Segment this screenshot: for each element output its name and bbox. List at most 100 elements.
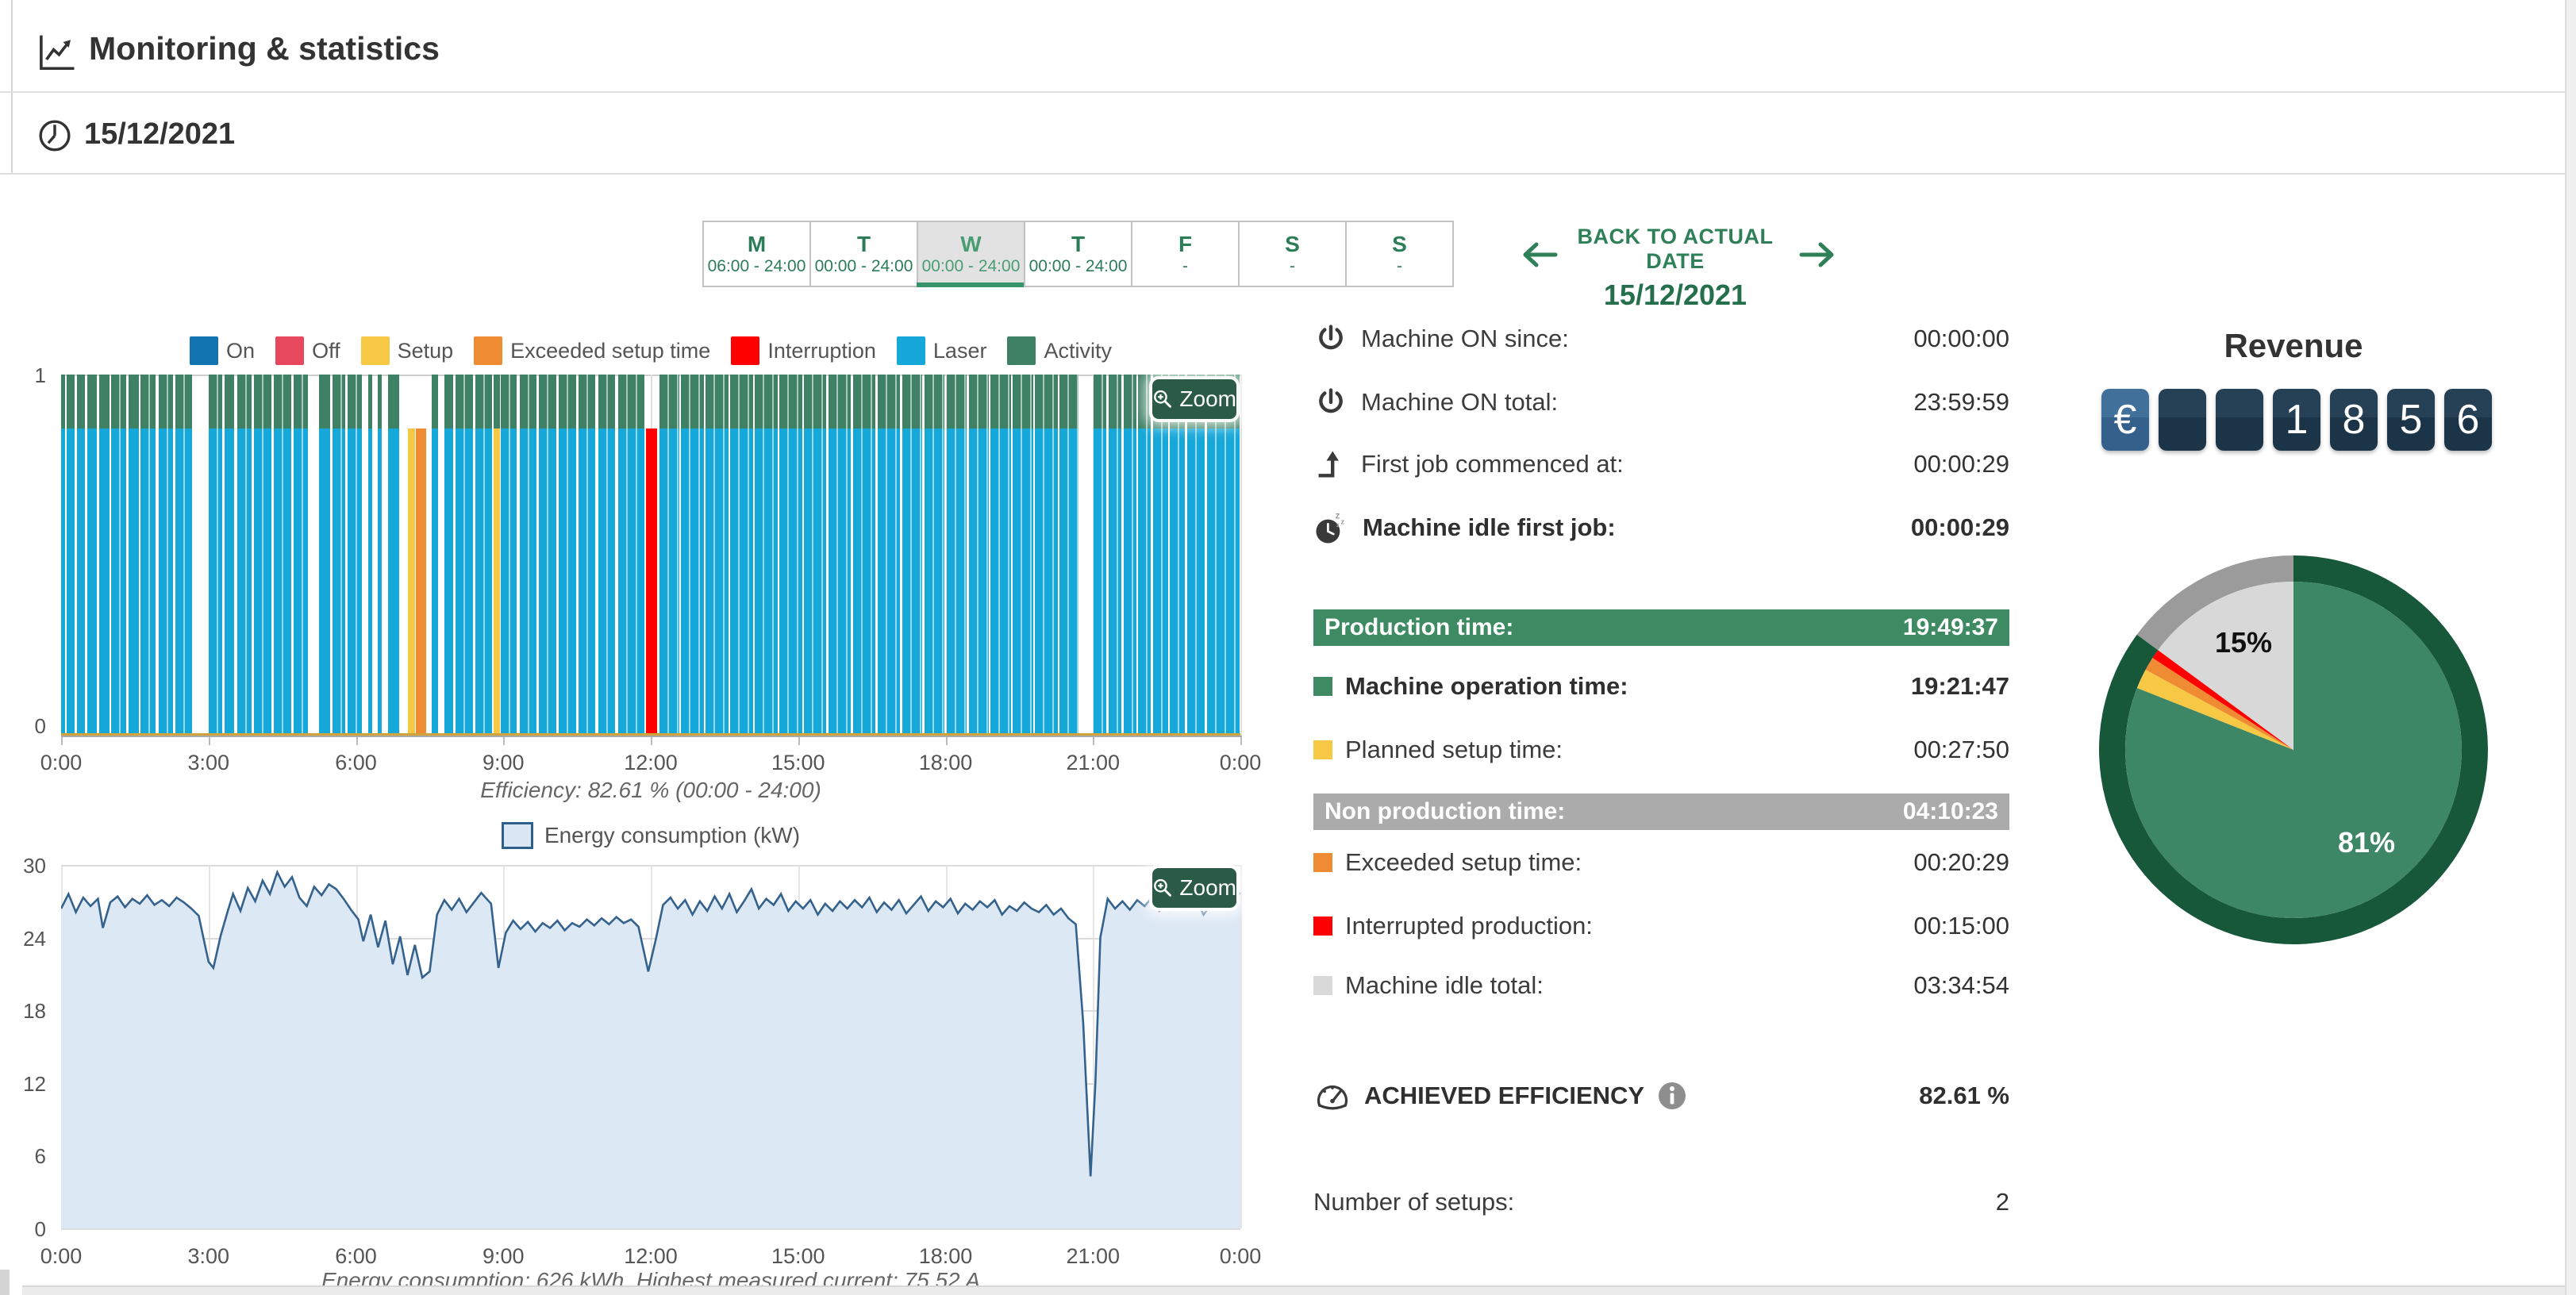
week-day-6-s[interactable]: S- <box>1345 221 1454 287</box>
energy-y-tick-label: 24 <box>14 927 46 951</box>
monitoring-dashboard: Monitoring & statistics 15/12/2021 M06:0… <box>0 0 2576 1295</box>
state-segment-p <box>237 375 252 736</box>
stat-label: Machine ON since: <box>1361 325 1569 353</box>
horizontal-scrollbar[interactable] <box>22 1285 2565 1295</box>
week-day-3-t[interactable]: T00:00 - 24:00 <box>1024 221 1132 287</box>
back-to-actual-date-button[interactable]: BACK TO ACTUAL DATE 15/12/2021 <box>1567 225 1783 312</box>
stat-row-interrupted-production: Interrupted production: 00:15:00 <box>1313 909 2009 943</box>
state-segment-p <box>159 375 173 736</box>
legend-item-off: Off <box>275 336 340 365</box>
state-segment-p <box>1170 375 1185 736</box>
axis-tick <box>503 737 505 745</box>
state-segment-p <box>1035 375 1057 736</box>
selected-day-underline <box>917 282 1025 287</box>
state-segment-p <box>1059 375 1078 736</box>
state-segment-p <box>368 375 372 736</box>
week-day-hours: 00:00 - 24:00 <box>1029 257 1128 276</box>
x-tick-label: 21:00 <box>1066 1244 1120 1269</box>
axis-tick <box>209 737 210 745</box>
stat-label: Machine ON total: <box>1361 388 1558 417</box>
state-segment-p <box>878 375 900 736</box>
timeline-legend: OnOffSetupExceeded setup timeInterruptio… <box>61 336 1240 365</box>
state-segment-p <box>829 375 851 736</box>
energy-chart <box>61 865 1240 1228</box>
next-day-arrow-icon[interactable] <box>1798 238 1836 271</box>
week-day-letter: M <box>748 232 766 257</box>
banner-label: Non production time: <box>1325 798 1565 825</box>
state-segment-p <box>598 375 616 736</box>
timeline-zoom-label: Zoom <box>1179 386 1236 412</box>
axis-tick <box>946 737 948 745</box>
state-segment-p <box>779 375 802 736</box>
state-segment-p <box>111 375 126 736</box>
state-segment-p <box>853 375 875 736</box>
energy-legend-label: Energy consumption (kW) <box>544 823 800 848</box>
revenue-digit-tile: 6 <box>2444 389 2492 451</box>
legend-label: Off <box>312 339 340 363</box>
energy-y-tick-label: 6 <box>14 1144 46 1169</box>
interruption-color-chip <box>1313 916 1332 936</box>
gridline <box>1240 375 1242 736</box>
state-segment-p <box>969 375 989 736</box>
x-tick-label: 6:00 <box>335 751 377 775</box>
state-segment-sc <box>494 375 500 736</box>
week-day-4-f[interactable]: F- <box>1131 221 1240 287</box>
non-production-time-banner: Non production time: 04:10:23 <box>1313 794 2009 830</box>
state-segment-p <box>1109 375 1121 736</box>
info-icon[interactable] <box>1657 1081 1687 1111</box>
x-tick-label: 18:00 <box>919 751 973 775</box>
setup-baseline <box>61 733 1240 736</box>
x-tick-label: 6:00 <box>335 1244 377 1269</box>
state-segment-s <box>408 375 415 736</box>
stat-value: 19:21:47 <box>1911 672 2009 701</box>
stat-value: 00:20:29 <box>1913 848 2009 877</box>
state-segment-p <box>925 375 944 736</box>
operation-color-chip <box>1313 677 1332 696</box>
x-tick-label: 3:00 <box>187 1244 229 1269</box>
stat-value: 00:15:00 <box>1913 912 2009 940</box>
week-day-hours: 00:00 - 24:00 <box>815 257 913 276</box>
axis-tick <box>61 737 63 745</box>
legend-label: Exceeded setup time <box>510 339 710 363</box>
state-segment-p <box>61 375 65 736</box>
vertical-scrollbar[interactable] <box>2565 0 2576 1295</box>
week-day-5-s[interactable]: S- <box>1238 221 1347 287</box>
state-segment-p <box>730 375 752 736</box>
state-segment-p <box>475 375 493 736</box>
revenue-digit-tile <box>2159 389 2206 451</box>
state-segment-r <box>646 375 657 736</box>
state-segment-p <box>140 375 156 736</box>
legend-swatch <box>1007 336 1036 365</box>
axis-tick <box>1093 737 1094 745</box>
x-tick-label: 15:00 <box>771 1244 825 1269</box>
energy-zoom-button[interactable]: Zoom <box>1152 868 1236 908</box>
pie-label-production: 81% <box>2338 826 2395 859</box>
state-segment-p <box>579 375 596 736</box>
timeline-y-min: 0 <box>14 714 46 739</box>
x-tick-label: 12:00 <box>624 751 678 775</box>
x-tick-label: 9:00 <box>483 751 525 775</box>
state-segment-p <box>1124 375 1136 736</box>
idle-clock-icon: z z z <box>1313 509 1350 546</box>
stat-row-achieved-efficiency: ACHIEVED EFFICIENCY 82.61 % <box>1313 1075 2009 1116</box>
legend-item-activity: Activity <box>1007 336 1112 365</box>
stat-label: Number of setups: <box>1313 1188 1514 1216</box>
week-day-letter: T <box>1071 232 1085 257</box>
energy-x-labels: 0:003:006:009:0012:0015:0018:0021:000:00 <box>61 1244 1240 1271</box>
week-day-2-w[interactable]: W00:00 - 24:00 <box>917 221 1025 287</box>
stat-row-machine-idle-total: Machine idle total: 03:34:54 <box>1313 968 2009 1003</box>
state-segment-p <box>1187 375 1205 736</box>
state-segment-p <box>990 375 1010 736</box>
week-day-0-m[interactable]: M06:00 - 24:00 <box>702 221 811 287</box>
state-segment-p <box>388 375 399 736</box>
energy-y-tick-label: 0 <box>14 1217 46 1242</box>
previous-day-arrow-icon[interactable] <box>1521 238 1559 271</box>
power-icon <box>1313 321 1348 356</box>
state-segment-p <box>501 375 517 736</box>
timeline-zoom-button[interactable]: Zoom <box>1152 379 1236 419</box>
stat-row-machine-operation-time: Machine operation time: 19:21:47 <box>1313 669 2009 704</box>
page-title: Monitoring & statistics <box>89 30 440 67</box>
svg-text:z: z <box>1336 523 1340 528</box>
revenue-digit-tile <box>2216 389 2263 451</box>
week-day-1-t[interactable]: T00:00 - 24:00 <box>809 221 918 287</box>
